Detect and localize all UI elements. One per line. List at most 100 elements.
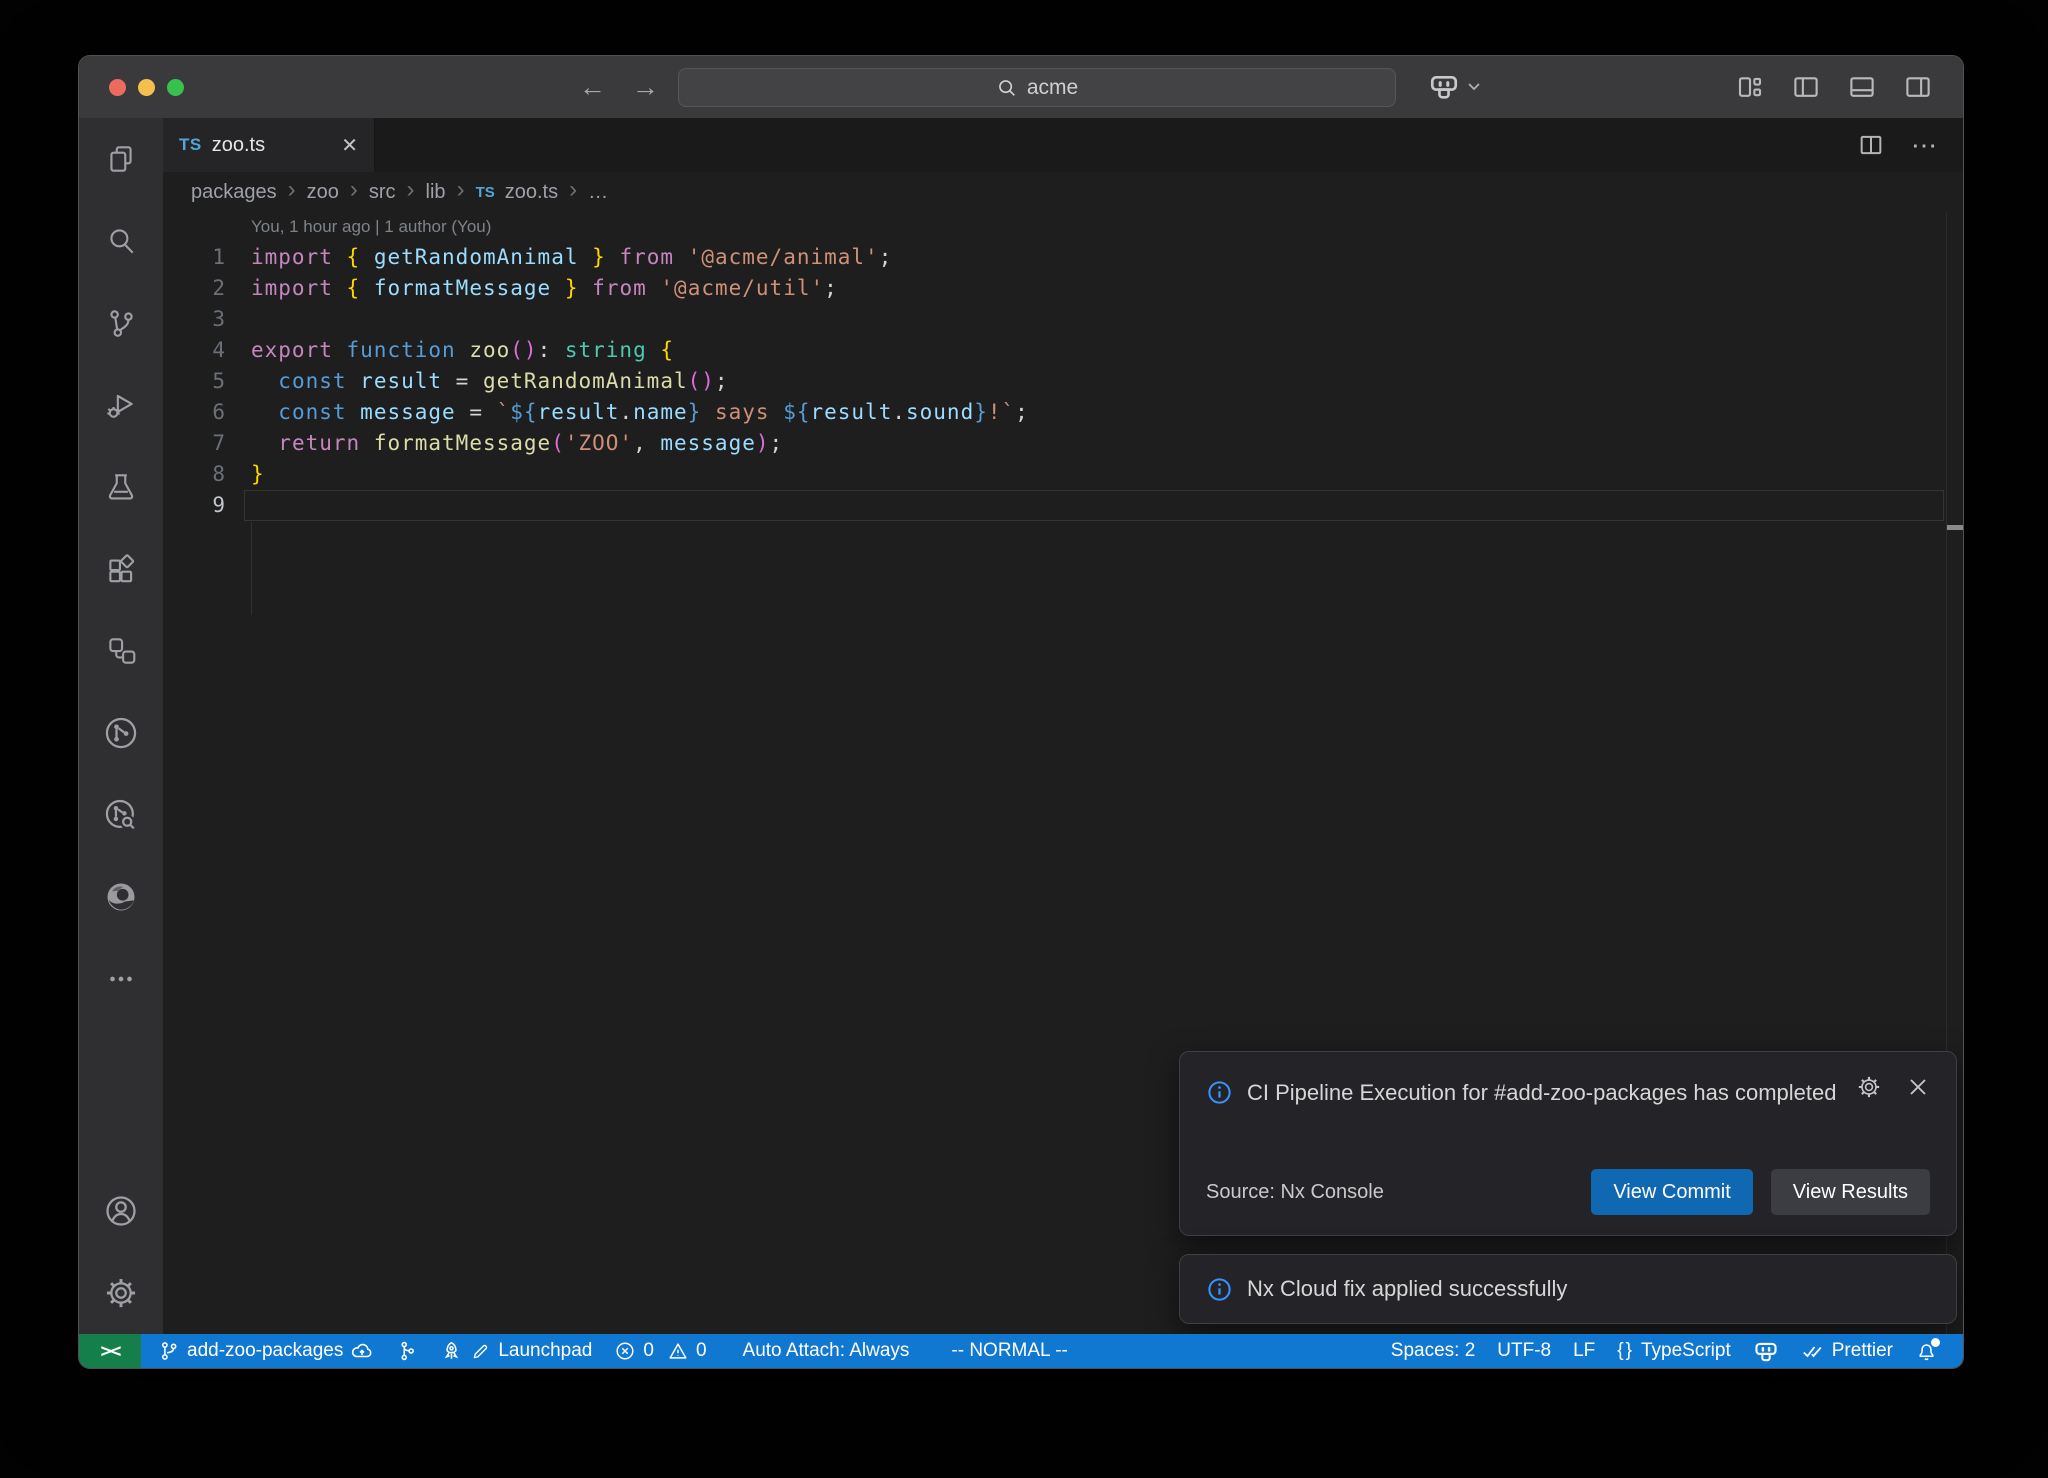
search-icon[interactable] xyxy=(79,200,163,282)
cloud-upload-icon xyxy=(350,1339,374,1363)
indentation-item[interactable]: Spaces: 2 xyxy=(1380,1334,1487,1368)
breadcrumb-item[interactable]: … xyxy=(588,181,608,204)
code-line-7[interactable]: 7 return formatMessage('ZOO', message); xyxy=(163,428,1963,459)
prettier-label: Prettier xyxy=(1832,1340,1893,1362)
breadcrumb-item[interactable]: zoo xyxy=(307,181,339,204)
current-line-highlight xyxy=(244,490,1944,521)
code-line-9[interactable]: 9 xyxy=(163,490,1963,521)
nx-graph-icon[interactable] xyxy=(79,692,163,774)
eol-label: LF xyxy=(1573,1340,1595,1362)
status-bar: >< add-zoo-packages Launchpad xyxy=(79,1334,1963,1368)
double-check-icon xyxy=(1801,1339,1825,1363)
line-number: 1 xyxy=(163,242,225,273)
notification-toast-nx-cloud: Nx Cloud fix applied successfully xyxy=(1179,1254,1957,1324)
navigate-back-icon[interactable]: ← xyxy=(579,56,606,118)
launchpad-item[interactable]: Launchpad xyxy=(429,1334,603,1368)
breadcrumb-item[interactable]: zoo.ts xyxy=(505,181,558,204)
more-icon[interactable] xyxy=(79,938,163,1020)
notification-toast-ci-pipeline: CI Pipeline Execution for #add-zoo-packa… xyxy=(1179,1051,1957,1236)
code-line-2[interactable]: 2import { formatMessage } from '@acme/ut… xyxy=(163,273,1963,304)
prettier-item[interactable]: Prettier xyxy=(1790,1334,1904,1368)
code-line-4[interactable]: 4export function zoo(): string { xyxy=(163,335,1963,366)
code-line-6[interactable]: 6 const message = `${result.name} says $… xyxy=(163,397,1963,428)
tab-zoo-ts[interactable]: TS zoo.ts ✕ xyxy=(163,118,375,172)
pipeline-icon xyxy=(396,1340,418,1362)
launchpad-label: Launchpad xyxy=(498,1340,592,1362)
braces-icon: {} xyxy=(1617,1340,1634,1362)
toggle-panel-icon[interactable] xyxy=(1847,72,1877,102)
vim-mode-label: -- NORMAL -- xyxy=(951,1340,1067,1362)
notification-source: Source: Nx Console xyxy=(1206,1181,1384,1204)
rocket-icon xyxy=(440,1340,463,1363)
warning-count: 0 xyxy=(696,1340,707,1362)
close-window-button[interactable] xyxy=(109,79,126,96)
title-bar: ← → acme xyxy=(79,56,1963,118)
command-center-search[interactable]: acme xyxy=(678,68,1396,107)
testing-icon[interactable] xyxy=(79,446,163,528)
code-line-8[interactable]: 8} xyxy=(163,459,1963,490)
line-content: import { formatMessage } from '@acme/uti… xyxy=(225,273,838,304)
zoom-window-button[interactable] xyxy=(167,79,184,96)
branch-name: add-zoo-packages xyxy=(187,1340,343,1362)
encoding-label: UTF-8 xyxy=(1497,1340,1551,1362)
encoding-item[interactable]: UTF-8 xyxy=(1486,1334,1562,1368)
minimize-window-button[interactable] xyxy=(138,79,155,96)
spaces-label: Spaces: 2 xyxy=(1391,1340,1476,1362)
customize-layout-icon[interactable] xyxy=(1735,72,1765,102)
auto-attach-item[interactable]: Auto Attach: Always xyxy=(732,1334,921,1368)
view-commit-button[interactable]: View Commit xyxy=(1591,1169,1752,1215)
source-control-icon[interactable] xyxy=(79,282,163,364)
gitlens-codelens[interactable]: You, 1 hour ago | 1 author (You) xyxy=(163,212,1963,242)
breadcrumb: packages› zoo› src› lib› TS zoo.ts› … xyxy=(163,172,1963,212)
code-line-5[interactable]: 5 const result = getRandomAnimal(); xyxy=(163,366,1963,397)
settings-gear-icon[interactable] xyxy=(79,1252,163,1334)
line-content: const result = getRandomAnimal(); xyxy=(225,366,729,397)
breadcrumb-item[interactable]: lib xyxy=(426,181,446,204)
notification-message: Nx Cloud fix applied successfully xyxy=(1247,1276,1567,1302)
extensions-icon[interactable] xyxy=(79,528,163,610)
toggle-primary-sidebar-icon[interactable] xyxy=(1791,72,1821,102)
pipeline-item[interactable] xyxy=(385,1334,429,1368)
screenshot-canvas: ← → acme xyxy=(0,0,2048,1478)
notification-settings-gear-icon[interactable] xyxy=(1856,1074,1882,1100)
vim-mode-item[interactable]: -- NORMAL -- xyxy=(940,1334,1078,1368)
tab-label: zoo.ts xyxy=(212,134,265,157)
error-count: 0 xyxy=(643,1340,654,1362)
toggle-secondary-sidebar-icon[interactable] xyxy=(1903,72,1933,102)
line-number: 4 xyxy=(163,335,225,366)
line-content: } xyxy=(225,459,265,490)
code-line-3[interactable]: 3 xyxy=(163,304,1963,335)
close-tab-icon[interactable]: ✕ xyxy=(341,133,358,158)
vscode-window: ← → acme xyxy=(78,55,1964,1369)
breadcrumb-item[interactable]: src xyxy=(369,181,396,204)
git-branch-item[interactable]: add-zoo-packages xyxy=(147,1334,385,1368)
language-item[interactable]: {} TypeScript xyxy=(1606,1334,1741,1368)
edge-browser-icon[interactable] xyxy=(79,856,163,938)
accounts-icon[interactable] xyxy=(79,1170,163,1252)
nx-graph-search-icon[interactable] xyxy=(79,774,163,856)
window-controls xyxy=(109,79,184,96)
code-line-1[interactable]: 1import { getRandomAnimal } from '@acme/… xyxy=(163,242,1963,273)
notifications-bell-item[interactable] xyxy=(1904,1334,1949,1368)
copilot-status-item[interactable] xyxy=(1742,1334,1790,1368)
copilot-icon[interactable] xyxy=(1428,70,1460,102)
more-actions-icon[interactable]: ⋯ xyxy=(1911,130,1939,161)
chevron-right-icon: › xyxy=(406,178,416,202)
linked-squares-icon[interactable] xyxy=(79,610,163,692)
problems-item[interactable]: 0 0 xyxy=(603,1334,717,1368)
eol-item[interactable]: LF xyxy=(1562,1334,1606,1368)
line-number: 2 xyxy=(163,273,225,304)
remote-indicator[interactable]: >< xyxy=(79,1334,141,1368)
navigate-forward-icon[interactable]: → xyxy=(632,56,659,118)
close-icon[interactable] xyxy=(1906,1075,1930,1099)
line-number: 9 xyxy=(163,490,225,521)
run-debug-icon[interactable] xyxy=(79,364,163,446)
explorer-icon[interactable] xyxy=(79,118,163,200)
chevron-down-icon[interactable] xyxy=(1466,78,1482,94)
split-editor-icon[interactable] xyxy=(1857,131,1885,159)
view-results-button[interactable]: View Results xyxy=(1771,1169,1930,1215)
line-content: export function zoo(): string { xyxy=(225,335,674,366)
breadcrumb-item[interactable]: packages xyxy=(191,181,277,204)
chevron-right-icon: › xyxy=(349,178,359,202)
typescript-icon: TS xyxy=(179,135,202,155)
